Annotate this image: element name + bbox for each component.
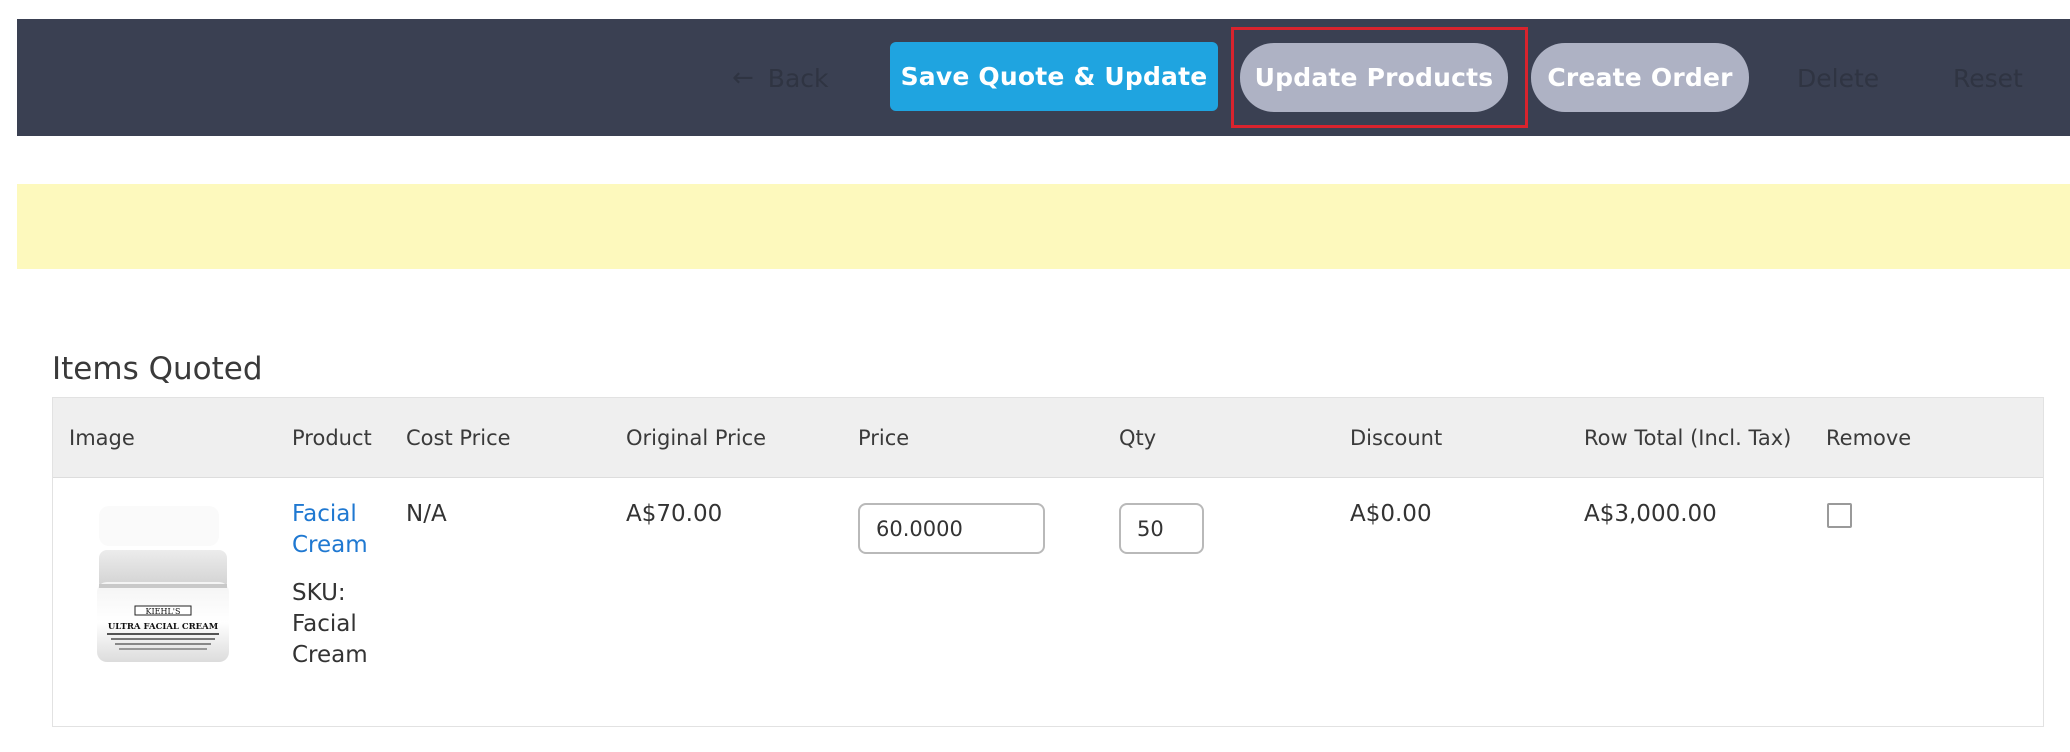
save-quote-update-button[interactable]: Save Quote & Update — [890, 42, 1218, 111]
remove-checkbox[interactable] — [1827, 503, 1852, 528]
back-label: Back — [767, 63, 829, 93]
product-name-line-1: Facial — [292, 501, 357, 527]
column-header-image: Image — [69, 426, 135, 450]
back-arrow-icon: ← — [732, 63, 754, 93]
table-header: Image Product Cost Price Original Price … — [53, 398, 2043, 478]
back-button[interactable]: ← Back — [732, 60, 829, 96]
sku-value-line-2: Cream — [292, 642, 368, 668]
update-products-button[interactable]: Update Products — [1240, 43, 1508, 112]
qty-input[interactable]: 50 — [1119, 503, 1204, 554]
sku-label: SKU: — [292, 580, 346, 606]
product-sku: SKU: Facial Cream — [292, 578, 368, 671]
column-header-price: Price — [858, 426, 910, 450]
column-header-product: Product — [292, 426, 372, 450]
sku-value-line-1: Facial — [292, 611, 357, 637]
product-image-name: ULTRA FACIAL CREAM — [108, 622, 219, 632]
row-total-value: A$3,000.00 — [1584, 501, 1717, 527]
column-header-remove: Remove — [1826, 426, 1912, 450]
cost-price: N/A — [406, 501, 447, 527]
product-image: KIEHL'S ULTRA FACIAL CREAM — [97, 506, 229, 662]
discount-value: A$0.00 — [1350, 501, 1432, 527]
product-image-brand: KIEHL'S — [146, 607, 181, 616]
delete-button[interactable]: Delete — [1797, 60, 1879, 96]
original-price: A$70.00 — [626, 501, 723, 527]
column-header-original-price: Original Price — [626, 426, 767, 450]
column-header-qty: Qty — [1119, 426, 1157, 450]
notice-bar — [17, 184, 2070, 269]
items-table: Image Product Cost Price Original Price … — [52, 397, 2044, 727]
column-header-row-total: Row Total (Incl. Tax) — [1584, 426, 1792, 450]
reset-button[interactable]: Reset — [1953, 60, 2023, 96]
product-name-link[interactable]: Facial Cream — [292, 499, 368, 561]
create-order-button[interactable]: Create Order — [1531, 43, 1749, 112]
column-header-cost-price: Cost Price — [406, 426, 511, 450]
price-input[interactable]: 60.0000 — [858, 503, 1045, 554]
items-quoted-title: Items Quoted — [52, 351, 263, 387]
column-header-discount: Discount — [1350, 426, 1443, 450]
product-name-line-2: Cream — [292, 532, 368, 558]
